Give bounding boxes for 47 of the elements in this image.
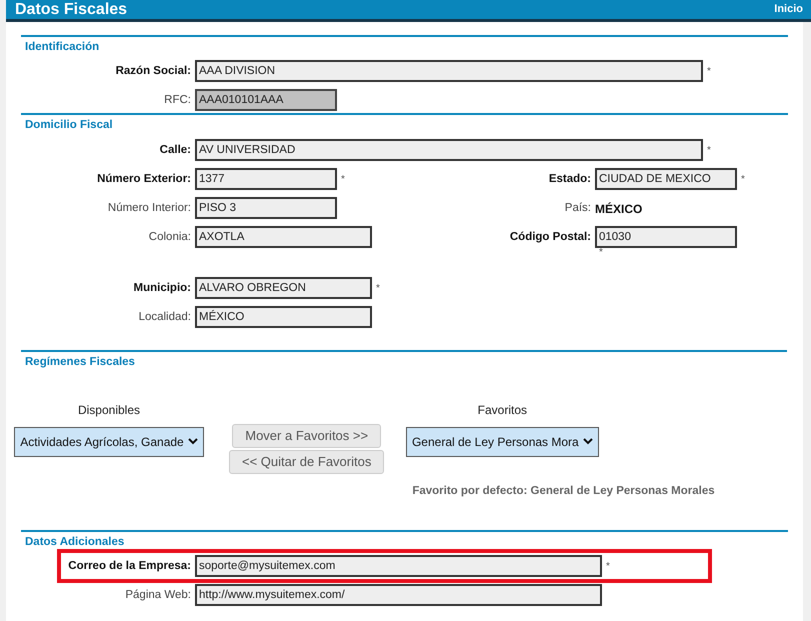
field-value: MÉXICO [595, 200, 642, 218]
text-field[interactable]: 1377 [195, 168, 337, 190]
text-field[interactable]: CIUDAD DE MEXICO [595, 168, 737, 190]
required-mark: * [706, 65, 712, 80]
chevron-down-icon [188, 438, 198, 446]
field-label: RFC: [163, 93, 192, 108]
text-field[interactable]: ALVARO OBREGON [195, 276, 372, 298]
text-field[interactable]: AV UNIVERSIDAD [195, 138, 703, 160]
required-mark: * [706, 144, 712, 158]
field-label: Número Interior: [106, 200, 192, 216]
move-button[interactable]: Mover a Favoritos >> [232, 424, 382, 448]
field-label: Localidad: [138, 310, 192, 324]
section-title: Identificación [24, 40, 100, 55]
field-label: Estado: [548, 172, 592, 186]
required-mark: * [740, 172, 746, 186]
dropdown[interactable]: General de Ley Personas Mora [406, 426, 599, 457]
field-label: Municipio: [132, 280, 192, 296]
field-label: Calle: [158, 142, 192, 158]
required-mark: * [605, 560, 611, 574]
text-field[interactable]: AAA DIVISION [195, 60, 703, 82]
required-mark: * [340, 172, 346, 186]
list-label: Favoritos [478, 402, 528, 419]
section-title: Datos Adicionales [24, 535, 126, 550]
field-label: Código Postal: [508, 230, 592, 244]
field-label: Número Exterior: [96, 172, 192, 186]
text-field[interactable]: soporte@mysuitemex.com [195, 555, 602, 578]
field-label: País: [564, 200, 592, 216]
field-label: Razón Social: [114, 64, 192, 80]
field-label: Página Web: [124, 588, 192, 604]
text-field[interactable]: PISO 3 [195, 196, 337, 218]
text-field[interactable]: 01030 [595, 226, 737, 248]
dropdown[interactable]: Actividades Agrícolas, Ganade [14, 426, 204, 457]
required-mark: * [598, 246, 604, 258]
list-label: Disponibles [78, 402, 140, 419]
text-field[interactable]: http://www.mysuitemex.com/ [195, 584, 602, 606]
required-mark: * [375, 282, 381, 296]
page-title: Datos Fiscales [15, 0, 128, 20]
text-field[interactable]: MÉXICO [195, 306, 372, 328]
move-button[interactable]: << Quitar de Favoritos [229, 450, 384, 474]
chevron-down-icon [582, 438, 593, 446]
field-label: Correo de la Empresa: [67, 559, 192, 574]
text-field[interactable]: AXOTLA [195, 226, 372, 248]
home-link[interactable]: Inicio [774, 1, 803, 18]
default-favorite-note: Favorito por defecto: General de Ley Personas Morales [412, 484, 715, 499]
field-label: Colonia: [148, 230, 192, 244]
section-title: Domicilio Fiscal [24, 118, 114, 134]
section-title: Regímenes Fiscales [24, 354, 136, 370]
